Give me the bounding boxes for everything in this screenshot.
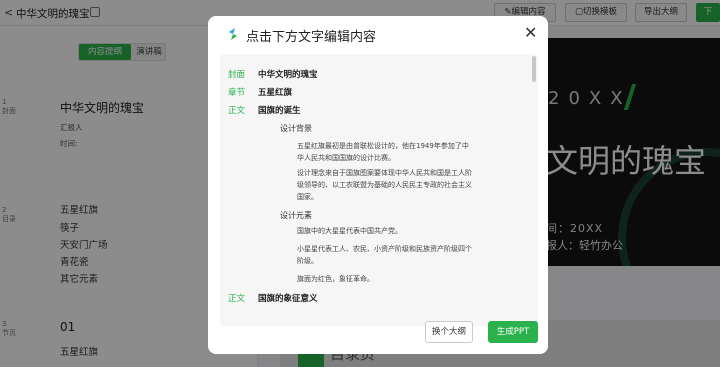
row-type-tag: 封面 [228, 70, 246, 80]
change-outline-button[interactable]: 换个大纲 [425, 321, 473, 343]
editable-text[interactable]: 国旗的诞生 [258, 104, 301, 116]
editable-text[interactable]: 设计背景 [280, 123, 312, 134]
row-type-tag: 正文 [228, 106, 246, 116]
close-icon[interactable]: ✕ [524, 25, 537, 41]
editable-text[interactable]: 国旗中的大星星代表中国共产党。 [297, 225, 472, 237]
scrollbar[interactable] [532, 56, 536, 82]
editable-text[interactable]: 五星红旗 [258, 86, 292, 98]
row-type-tag: 章节 [228, 88, 246, 98]
editable-text[interactable]: 设计理念来自于国旗图案要体现中华人民共和国是工人阶级领导的、以工农联盟为基础的人… [297, 167, 472, 203]
generate-ppt-button[interactable]: 生成PPT [488, 321, 538, 343]
editable-text[interactable]: 设计元素 [280, 210, 312, 221]
outline-editor[interactable]: 封面 中华文明的瑰宝 章节 五星红旗 正文 国旗的诞生 设计背景 五星红旗最初是… [220, 54, 538, 326]
row-type-tag: 正文 [228, 294, 246, 304]
editable-text[interactable]: 小星星代表工人、农民、小资产阶级和民族资产阶级四个阶级。 [297, 243, 472, 267]
edit-content-dialog: 点击下方文字编辑内容 ✕ 封面 中华文明的瑰宝 章节 五星红旗 正文 国旗的诞生… [208, 16, 548, 354]
editable-text[interactable]: 旗面为红色，象征革命。 [297, 273, 472, 285]
editable-text[interactable]: 国旗的象征意义 [258, 292, 318, 304]
editable-text[interactable]: 五星红旗最初是由曾联松设计的，他在1949年参加了中华人民共和国国旗的设计比赛。 [297, 140, 472, 164]
editable-text[interactable]: 中华文明的瑰宝 [258, 68, 318, 80]
dialog-title: 点击下方文字编辑内容 [246, 30, 377, 45]
app-logo-icon [229, 28, 237, 40]
